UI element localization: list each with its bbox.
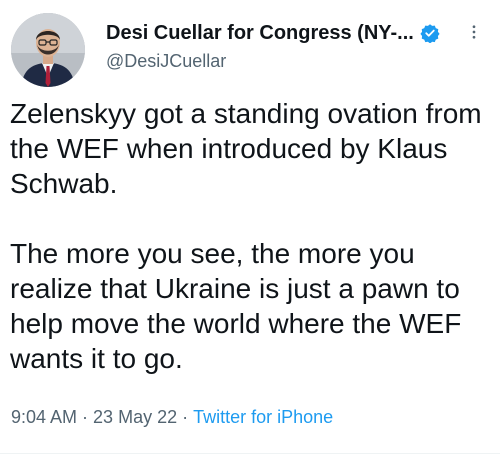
author-block: Desi Cuellar for Congress (NY-... @DesiJ… [106, 20, 440, 72]
tweet-header: Desi Cuellar for Congress (NY-... @DesiJ… [0, 0, 500, 100]
author-display-name[interactable]: Desi Cuellar for Congress (NY-... [106, 22, 414, 45]
tweet-time[interactable]: 9:04 AM [11, 407, 77, 427]
tweet-card: Desi Cuellar for Congress (NY-... @DesiJ… [0, 0, 500, 460]
divider [0, 453, 500, 454]
tweet-paragraph-1: Zelenskyy got a standing ovation from th… [10, 98, 482, 199]
tweet-paragraph-2: The more you see, the more you realize t… [10, 238, 462, 374]
tweet-source-link[interactable]: Twitter for iPhone [193, 407, 333, 427]
more-dots-icon[interactable] [462, 20, 486, 44]
tweet-date[interactable]: 23 May 22 [93, 407, 177, 427]
meta-separator: · [82, 407, 89, 427]
name-row: Desi Cuellar for Congress (NY-... [106, 20, 440, 46]
avatar[interactable] [11, 13, 85, 87]
verified-check-icon [420, 23, 440, 43]
author-handle[interactable]: @DesiJCuellar [106, 51, 440, 72]
avatar-photo-icon [11, 13, 85, 87]
meta-separator: · [182, 407, 189, 427]
tweet-text: Zelenskyy got a standing ovation from th… [10, 96, 490, 376]
tweet-meta: 9:04 AM · 23 May 22 · Twitter for iPhone [11, 407, 333, 428]
